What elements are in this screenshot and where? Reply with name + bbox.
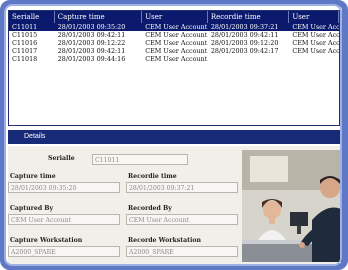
list-row[interactable]: C11018 28/01/2003 09:44:16 CEM User Acco… <box>9 55 339 63</box>
column-header-recorded-user[interactable]: User <box>289 11 339 23</box>
cell-user: CEM User Account <box>145 39 208 47</box>
cell-recordie-time: 28/01/2003 09:37:21 <box>210 23 279 31</box>
list-row[interactable]: C11017 28/01/2003 09:42:11 CEM User Acco… <box>9 47 339 55</box>
list-header: Serialle Capture time User Recordie time… <box>9 11 339 23</box>
cell-user: CEM User Account <box>145 55 208 63</box>
cell-capture-time: 28/01/2003 09:44:16 <box>57 55 126 63</box>
list-row[interactable]: C11016 28/01/2003 09:12:22 CEM User Acco… <box>9 39 339 47</box>
column-header-capture-time[interactable]: Capture time <box>55 11 143 23</box>
cell-recorded-user: CEM User Account <box>292 31 340 39</box>
captured-by-field[interactable]: CEM User Account <box>8 214 120 225</box>
cell-recordie-time <box>208 55 290 63</box>
cell-serial: C11017 <box>12 47 38 55</box>
cell-recorded-user: CEM User Account <box>292 23 340 31</box>
recorde-workstation-field[interactable]: A2000_SPARE <box>126 246 238 257</box>
serial-label: Serialle <box>48 155 75 162</box>
capture-time-field[interactable]: 28/01/2003 09:35:20 <box>8 182 120 193</box>
cell-user: CEM User Account <box>145 47 208 55</box>
list-row[interactable]: C11015 28/01/2003 09:42:11 CEM User Acco… <box>9 31 339 39</box>
cell-serial: C11016 <box>12 39 38 47</box>
cell-recorded-user <box>289 55 339 63</box>
recordie-time-field[interactable]: 28/01/2003 09:37:21 <box>126 182 238 193</box>
capture-workstation-label: Capture Workstation <box>10 237 83 244</box>
recorded-by-label: Recorded By <box>128 205 172 212</box>
recorded-by-field[interactable]: CEM User Account <box>126 214 238 225</box>
cell-serial: C11015 <box>12 31 38 39</box>
cell-capture-time: 28/01/2003 09:42:11 <box>57 47 126 55</box>
cell-serial: C11018 <box>12 55 38 63</box>
cell-user: CEM User Account <box>145 23 208 31</box>
capture-workstation-field[interactable]: A2000_SPARE <box>8 246 120 257</box>
list-row[interactable]: C11011 28/01/2003 09:35:20 CEM User Acco… <box>9 23 339 31</box>
cell-recorded-user: CEM User Account <box>292 39 340 47</box>
cell-recordie-time: 28/01/2003 09:42:17 <box>210 47 279 55</box>
capture-time-label: Capture time <box>10 173 56 180</box>
details-header: Details <box>8 130 340 144</box>
column-header-user[interactable]: User <box>142 11 208 23</box>
cell-capture-time: 28/01/2003 09:12:22 <box>57 39 126 47</box>
cell-serial: C11011 <box>12 23 38 31</box>
cell-capture-time: 28/01/2003 09:35:20 <box>57 23 126 31</box>
recorde-workstation-label: Recorde Workstation <box>128 237 201 244</box>
column-header-serial[interactable]: Serialle <box>9 11 55 23</box>
records-list[interactable]: Serialle Capture time User Recordie time… <box>8 10 340 126</box>
column-header-recordie-time[interactable]: Recordie time <box>208 11 290 23</box>
cell-capture-time: 28/01/2003 09:42:11 <box>57 31 126 39</box>
cell-user: CEM User Account <box>145 31 208 39</box>
cell-recordie-time: 28/01/2003 09:42:11 <box>210 31 279 39</box>
recordie-time-label: Recordie time <box>128 173 177 180</box>
reception-photo <box>242 150 346 262</box>
captured-by-label: Captured By <box>10 205 54 212</box>
details-panel: Serialle C11011 Capture time 28/01/2003 … <box>8 146 346 264</box>
serial-field[interactable]: C11011 <box>92 154 188 165</box>
cell-recordie-time: 28/01/2003 09:12:20 <box>210 39 279 47</box>
cell-recorded-user: CEM User Account <box>292 47 340 55</box>
